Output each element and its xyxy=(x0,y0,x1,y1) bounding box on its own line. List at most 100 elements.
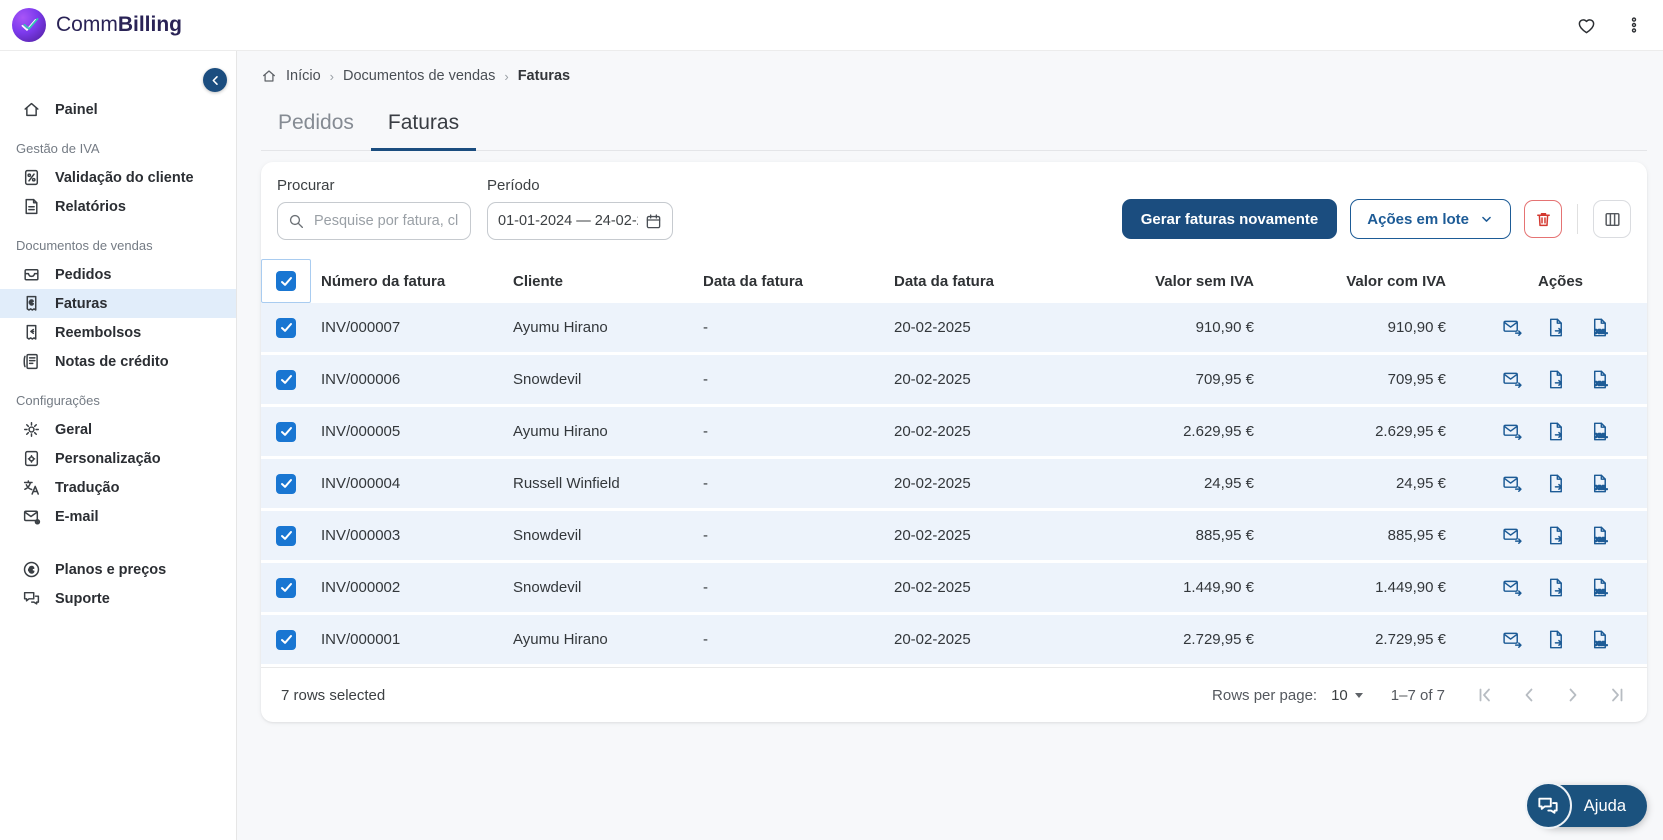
export-xml-button[interactable] xyxy=(1588,628,1612,652)
breadcrumb-separator: › xyxy=(329,68,335,84)
breadcrumb-documentos-vendas[interactable]: Documentos de vendas xyxy=(343,68,495,84)
invoice-number: INV/000007 xyxy=(321,319,401,336)
export-pdf-button[interactable] xyxy=(1544,628,1568,652)
select-all-checkbox[interactable] xyxy=(276,271,296,291)
row-checkbox[interactable] xyxy=(276,629,296,650)
file-export-icon xyxy=(1546,577,1567,598)
table-header-row: Número da fatura Cliente Data da fatura … xyxy=(261,259,1647,303)
sidebar-section-gestao-iva: Gestão de IVA xyxy=(16,141,100,156)
export-pdf-button[interactable] xyxy=(1544,420,1568,444)
row-checkbox[interactable] xyxy=(276,369,296,390)
sidebar-item-validacao-cliente[interactable]: Validação do cliente xyxy=(0,163,236,192)
tab-faturas[interactable]: Faturas xyxy=(370,111,477,151)
export-pdf-button[interactable] xyxy=(1544,472,1568,496)
first-page-button[interactable] xyxy=(1473,683,1497,707)
send-email-button[interactable] xyxy=(1500,628,1524,652)
customization-icon xyxy=(22,449,41,468)
export-xml-button[interactable] xyxy=(1588,316,1612,340)
export-xml-button[interactable] xyxy=(1588,420,1612,444)
sidebar-item-reembolsos[interactable]: Reembolsos xyxy=(0,318,236,347)
row-checkbox[interactable] xyxy=(276,317,296,338)
more-options-kebab-icon[interactable] xyxy=(1625,16,1643,34)
delete-button[interactable] xyxy=(1524,200,1562,238)
table-row: INV/000002 Snowdevil - 20-02-2025 1.449,… xyxy=(261,563,1647,612)
search-input[interactable] xyxy=(312,212,460,230)
header-invoice-date: Data da fatura xyxy=(703,272,804,290)
row-checkbox[interactable] xyxy=(276,421,296,442)
search-field: Procurar xyxy=(277,177,471,240)
row-checkbox[interactable] xyxy=(276,473,296,494)
export-xml-button[interactable] xyxy=(1588,524,1612,548)
sidebar-item-suporte[interactable]: Suporte xyxy=(0,584,236,613)
export-pdf-button[interactable] xyxy=(1544,524,1568,548)
row-checkbox[interactable] xyxy=(276,577,296,598)
home-icon xyxy=(22,100,41,119)
table-row: INV/000005 Ayumu Hirano - 20-02-2025 2.6… xyxy=(261,407,1647,456)
net-value: 2.729,95 € xyxy=(1183,631,1254,648)
invoices-card: Procurar Período 01-01-2024 — 24-02-2025… xyxy=(261,162,1647,722)
last-page-button[interactable] xyxy=(1605,683,1629,707)
invoice-date: - xyxy=(703,319,708,336)
export-xml-button[interactable] xyxy=(1588,576,1612,600)
export-xml-button[interactable] xyxy=(1588,368,1612,392)
file-export-icon xyxy=(1546,473,1567,494)
file-xml-icon xyxy=(1590,317,1611,338)
client-name: Snowdevil xyxy=(513,579,582,596)
sidebar-item-notas-credito[interactable]: Notas de crédito xyxy=(0,347,236,376)
regenerate-invoices-button[interactable]: Gerar faturas novamente xyxy=(1121,199,1338,239)
next-page-button[interactable] xyxy=(1561,683,1585,707)
sidebar-item-painel[interactable]: Painel xyxy=(0,95,236,124)
client-name: Ayumu Hirano xyxy=(513,631,608,648)
orders-icon xyxy=(22,265,41,284)
export-pdf-button[interactable] xyxy=(1544,316,1568,340)
export-pdf-button[interactable] xyxy=(1544,368,1568,392)
send-email-button[interactable] xyxy=(1500,316,1524,340)
export-pdf-button[interactable] xyxy=(1544,576,1568,600)
help-button[interactable]: Ajuda xyxy=(1524,782,1647,829)
invoice-number: INV/000006 xyxy=(321,371,401,388)
send-email-button[interactable] xyxy=(1500,524,1524,548)
brand: CommBilling xyxy=(12,8,182,42)
client-name: Russell Winfield xyxy=(513,475,620,492)
breadcrumb-home-icon[interactable] xyxy=(261,68,277,84)
file-export-icon xyxy=(1546,317,1567,338)
column-settings-button[interactable] xyxy=(1593,200,1631,238)
row-checkbox[interactable] xyxy=(276,525,296,546)
file-xml-icon xyxy=(1590,369,1611,390)
send-email-button[interactable] xyxy=(1500,420,1524,444)
send-email-button[interactable] xyxy=(1500,472,1524,496)
export-xml-button[interactable] xyxy=(1588,472,1612,496)
translate-icon xyxy=(22,478,41,497)
mail-send-icon xyxy=(1502,473,1523,494)
previous-page-button[interactable] xyxy=(1517,683,1541,707)
send-email-button[interactable] xyxy=(1500,368,1524,392)
search-input-wrap xyxy=(277,202,471,240)
sidebar-item-relatorios[interactable]: Relatórios xyxy=(0,192,236,221)
batch-actions-button[interactable]: Ações em lote xyxy=(1350,199,1511,239)
sidebar-item-traducao[interactable]: Tradução xyxy=(0,473,236,502)
mail-send-icon xyxy=(1502,629,1523,650)
sidebar-item-geral[interactable]: Geral xyxy=(0,415,236,444)
refund-icon xyxy=(22,323,41,342)
due-date: 20-02-2025 xyxy=(894,475,971,492)
mail-send-icon xyxy=(1502,369,1523,390)
header-net-value: Valor sem IVA xyxy=(1155,272,1254,290)
tab-pedidos[interactable]: Pedidos xyxy=(261,111,371,150)
sidebar-item-faturas[interactable]: Faturas xyxy=(0,289,236,318)
breadcrumb-inicio[interactable]: Início xyxy=(286,68,321,84)
header-client: Cliente xyxy=(513,272,564,290)
file-export-icon xyxy=(1546,525,1567,546)
due-date: 20-02-2025 xyxy=(894,423,971,440)
invoice-date: - xyxy=(703,579,708,596)
sidebar-item-personalizacao[interactable]: Personalização xyxy=(0,444,236,473)
sidebar-item-email[interactable]: E-mail xyxy=(0,502,236,531)
send-email-button[interactable] xyxy=(1500,576,1524,600)
favorites-heart-icon[interactable] xyxy=(1576,15,1597,36)
sidebar-item-planos-precos[interactable]: Planos e preços xyxy=(0,555,236,584)
sidebar-item-pedidos[interactable]: Pedidos xyxy=(0,260,236,289)
rows-per-page-select[interactable]: 10 xyxy=(1331,687,1363,704)
rows-selected-text: 7 rows selected xyxy=(281,686,386,704)
due-date: 20-02-2025 xyxy=(894,579,971,596)
period-input[interactable]: 01-01-2024 — 24-02-2025 xyxy=(487,202,673,240)
sidebar-collapse-button[interactable] xyxy=(203,68,227,92)
